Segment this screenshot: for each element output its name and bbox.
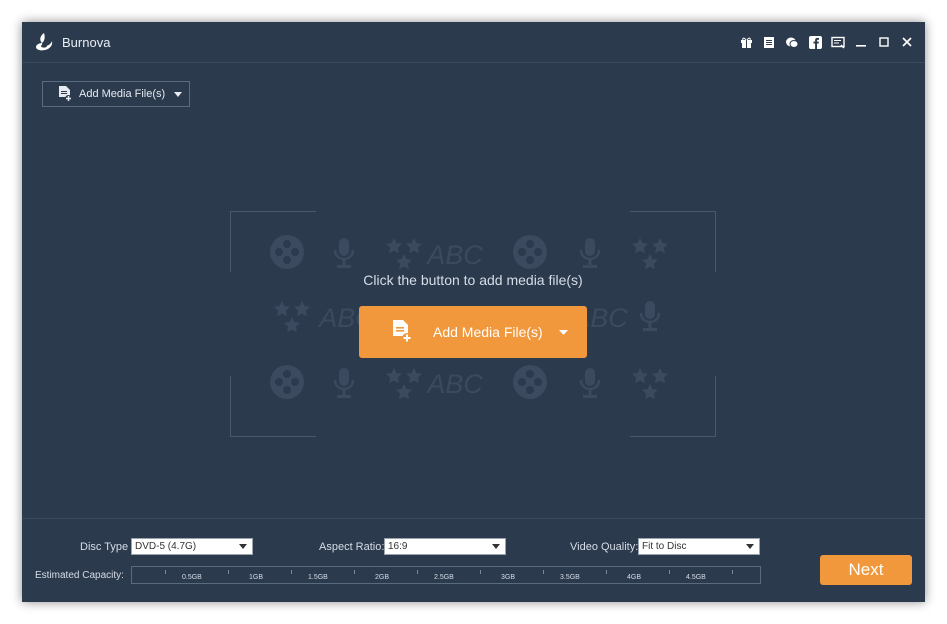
chat-icon[interactable]: [784, 34, 800, 50]
capacity-tick-label: 3.5GB: [560, 574, 580, 581]
close-icon[interactable]: [899, 34, 915, 50]
next-button[interactable]: Next: [820, 555, 912, 585]
dropdown-caret-icon[interactable]: [558, 329, 568, 335]
feedback-icon[interactable]: [830, 34, 846, 50]
add-media-files-label: Add Media File(s): [79, 88, 166, 100]
capacity-tick: [606, 570, 607, 574]
aspect-ratio-value: 16:9: [388, 541, 408, 552]
disc-type-select[interactable]: DVD-5 (4.7G): [131, 538, 253, 555]
maximize-icon[interactable]: [876, 34, 892, 50]
gift-icon[interactable]: [738, 34, 754, 50]
dropdown-caret-icon: [174, 91, 183, 97]
video-quality-value: Fit to Disc: [642, 541, 687, 552]
register-icon[interactable]: [761, 34, 777, 50]
add-media-files-button[interactable]: Add Media File(s): [42, 81, 190, 107]
capacity-tick-label: 3GB: [501, 574, 516, 581]
capacity-tick: [732, 570, 733, 574]
capacity-tick: [480, 570, 481, 574]
add-media-files-main-label: Add Media File(s): [433, 324, 543, 340]
capacity-tick-label: 0.5GB: [182, 574, 202, 581]
capacity-tick-label: 4.5GB: [686, 574, 706, 581]
logo-icon: [36, 33, 53, 51]
chevron-down-icon: [239, 544, 247, 549]
watermark-text: ABC: [425, 240, 483, 270]
main-window: Burnova Add Media File(s) ABC ABC ABC AB…: [22, 22, 925, 602]
disc-type-label: Disc Type: [80, 541, 129, 553]
video-quality-select[interactable]: Fit to Disc: [638, 538, 760, 555]
drop-zone[interactable]: ABC ABC ABC ABC Click the button to add …: [230, 211, 716, 437]
title-bar-icons: [731, 33, 915, 51]
watermark-text: ABC: [425, 369, 483, 399]
capacity-tick-label: 1.5GB: [308, 574, 328, 581]
aspect-ratio-select[interactable]: 16:9: [384, 538, 506, 555]
chevron-down-icon: [746, 544, 754, 549]
add-media-files-main-button[interactable]: Add Media File(s): [359, 306, 587, 358]
capacity-tick: [543, 570, 544, 574]
capacity-bar: 0.5GB 1GB 1.5GB 2GB 2.5GB 3GB 3.5GB 4GB …: [131, 566, 761, 584]
capacity-tick: [228, 570, 229, 574]
add-file-icon: [393, 320, 412, 343]
capacity-tick: [417, 570, 418, 574]
capacity-tick-label: 2GB: [375, 574, 390, 581]
capacity-tick-label: 2.5GB: [434, 574, 454, 581]
app-title: Burnova: [62, 35, 111, 50]
capacity-tick: [165, 570, 166, 574]
aspect-ratio-label: Aspect Ratio:: [319, 541, 385, 553]
title-bar: Burnova: [22, 22, 925, 63]
drop-zone-hint: Click the button to add media file(s): [363, 272, 583, 288]
capacity-tick: [291, 570, 292, 574]
capacity-tick-label: 1GB: [249, 574, 264, 581]
capacity-tick: [669, 570, 670, 574]
chevron-down-icon: [492, 544, 500, 549]
estimated-capacity-label: Estimated Capacity:: [35, 570, 124, 581]
capacity-tick-label: 4GB: [627, 574, 642, 581]
add-file-icon: [59, 86, 72, 102]
capacity-tick: [354, 570, 355, 574]
bottom-panel: [22, 518, 925, 602]
video-quality-label: Video Quality:: [570, 541, 639, 553]
facebook-icon[interactable]: [807, 34, 823, 50]
minimize-icon[interactable]: [853, 34, 869, 50]
disc-type-value: DVD-5 (4.7G): [135, 541, 197, 552]
